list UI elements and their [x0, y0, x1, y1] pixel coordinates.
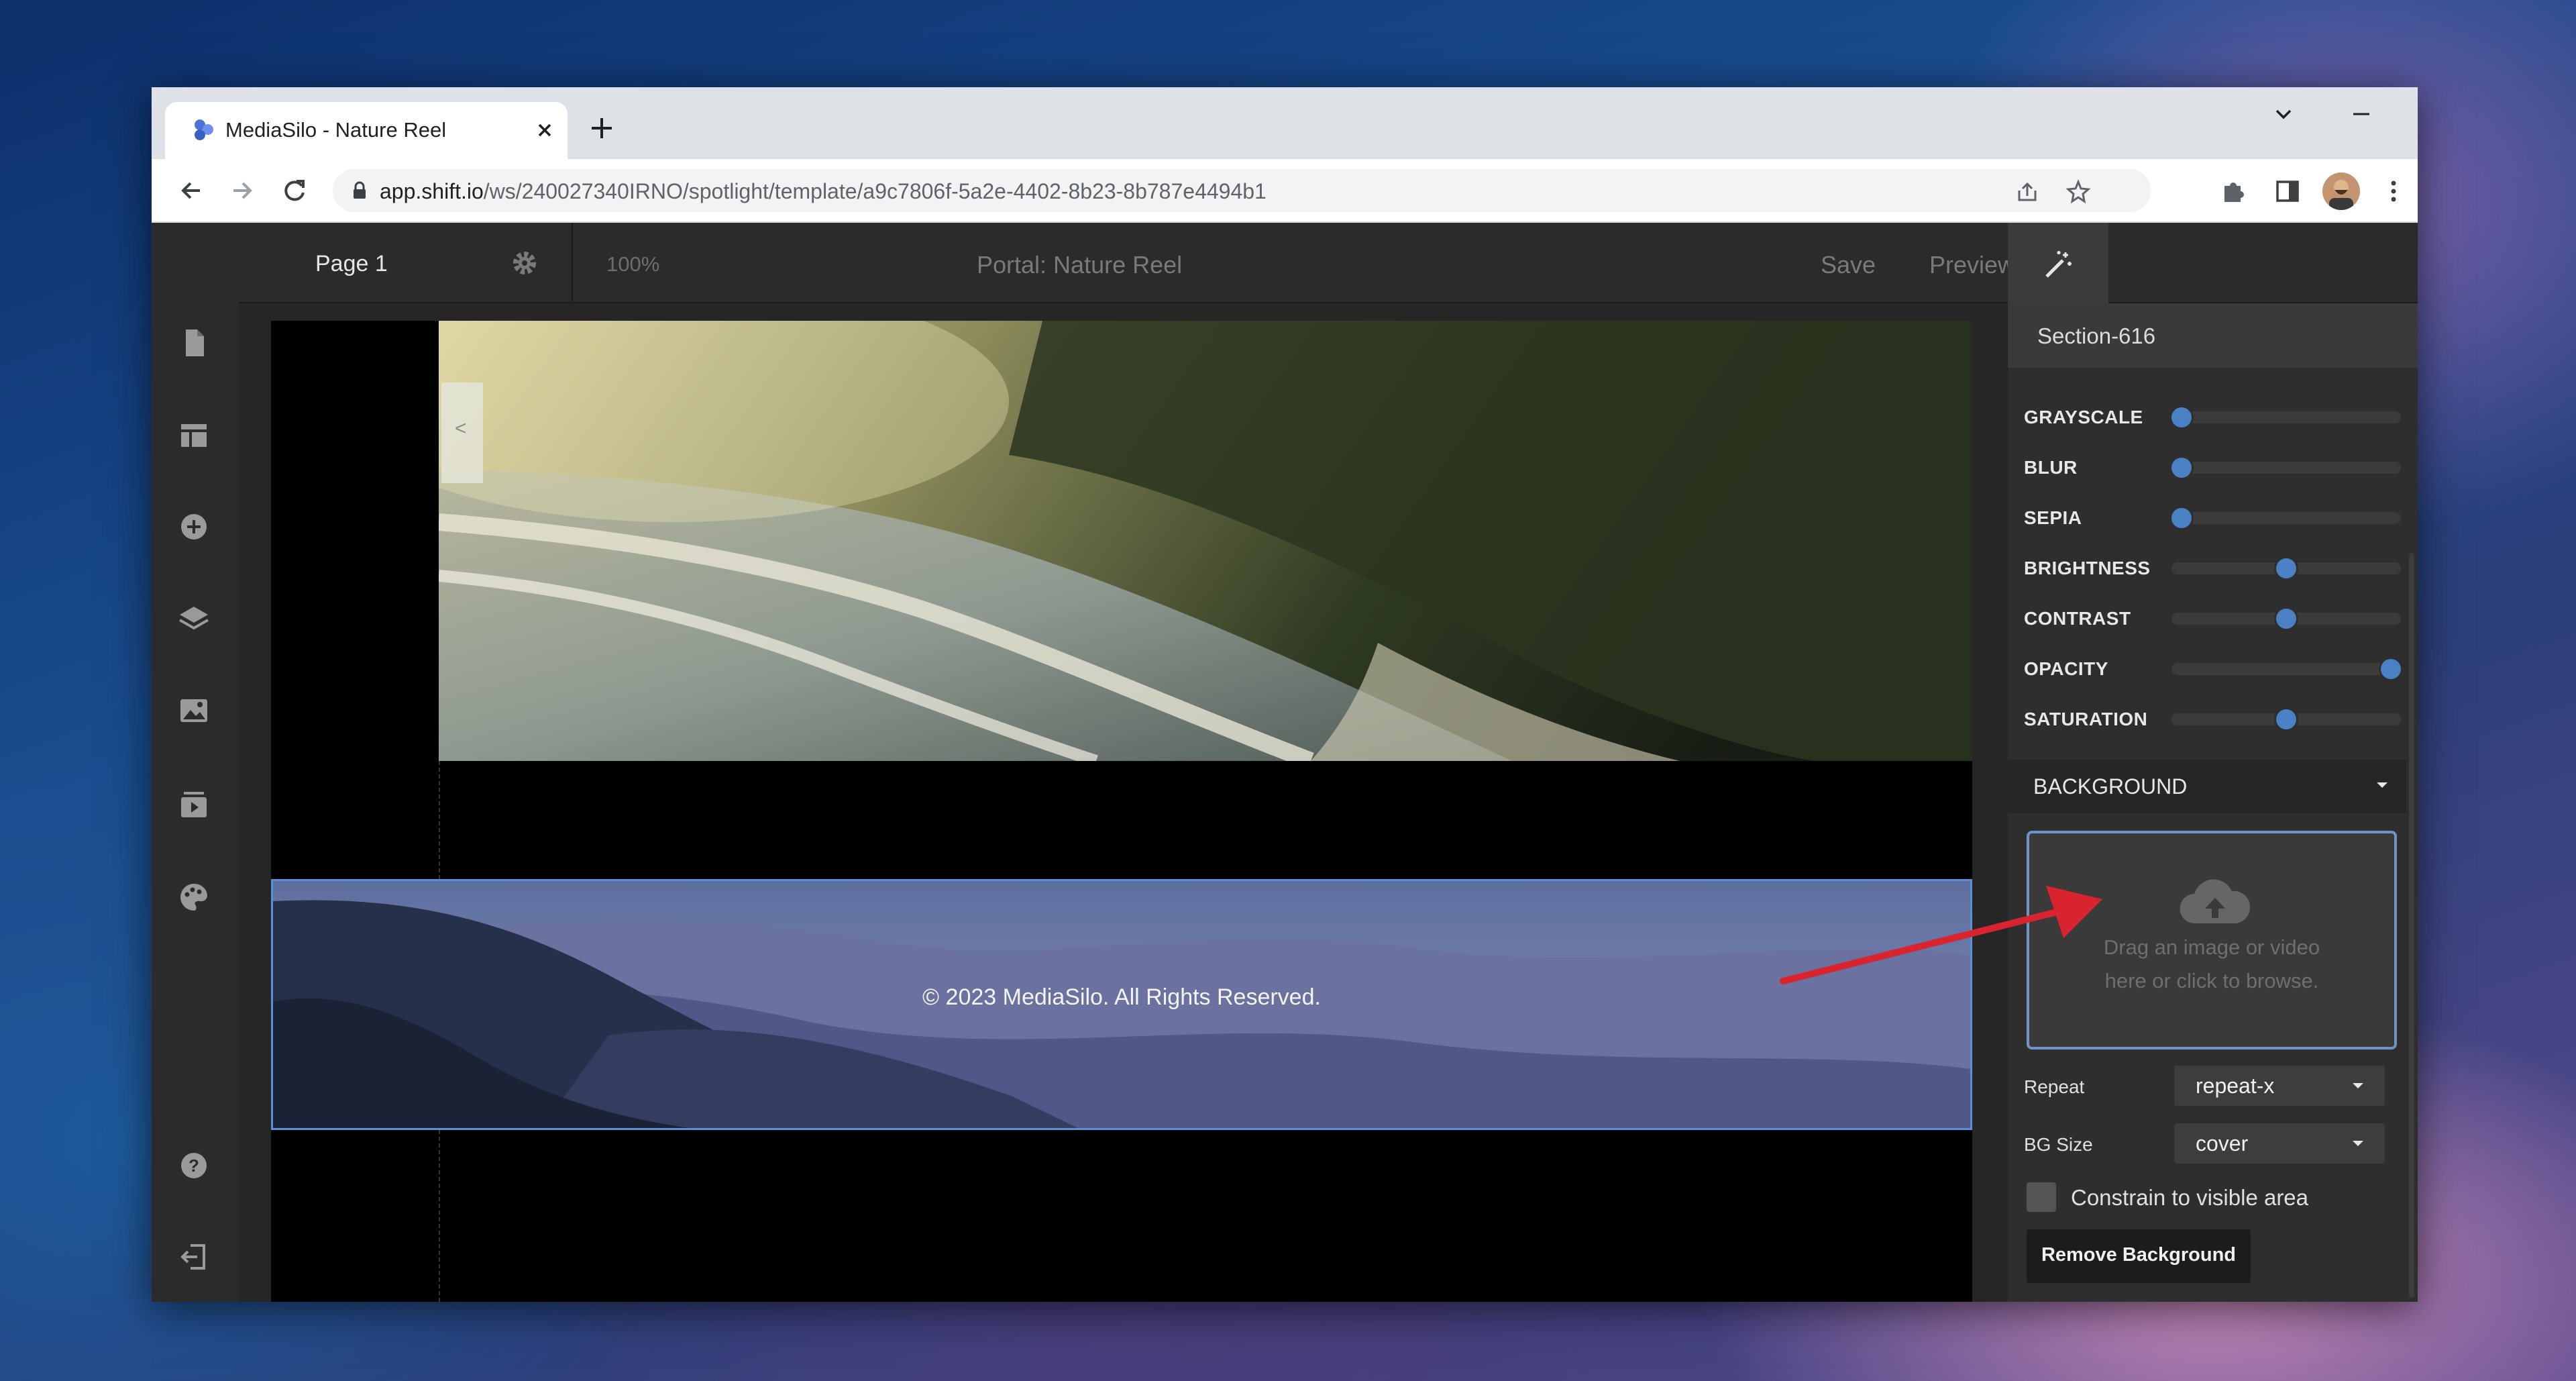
filter-row-sepia: SEPIA	[2008, 498, 2418, 538]
background-collapse-caret-icon	[2374, 780, 2390, 790]
remove-background-button[interactable]: Remove Background	[2027, 1229, 2251, 1283]
left-tool-rail: ?	[152, 223, 239, 1302]
browser-tab[interactable]: MediaSilo - Nature Reel	[165, 102, 568, 159]
tab-strip: MediaSilo - Nature Reel	[152, 87, 2418, 159]
bookmark-star-icon[interactable]	[2065, 178, 2092, 205]
filter-label: GRAYSCALE	[2024, 407, 2143, 427]
filter-label: CONTRAST	[2024, 608, 2131, 629]
filter-label: SEPIA	[2024, 507, 2082, 528]
magic-wand-icon	[2045, 251, 2072, 278]
topbar-divider	[572, 223, 573, 302]
close-tab-icon[interactable]	[533, 118, 557, 142]
reload-icon[interactable]	[279, 175, 310, 206]
collapse-handle[interactable]: <	[441, 382, 483, 483]
filter-slider-knob[interactable]	[2171, 407, 2192, 427]
save-button[interactable]: Save	[1821, 251, 1876, 279]
filter-label: OPACITY	[2024, 658, 2108, 679]
preview-button[interactable]: Preview	[1929, 251, 2015, 279]
filter-slider-knob[interactable]	[2276, 709, 2296, 729]
page-preview: < © 2023 MediaSilo. All Rights Reserved.	[271, 321, 1972, 1302]
selected-footer-section[interactable]: © 2023 MediaSilo. All Rights Reserved.	[271, 879, 1972, 1130]
repeat-dropdown-caret-icon	[2350, 1080, 2366, 1091]
filter-row-brightness: BRIGHTNESS	[2008, 548, 2418, 589]
page-settings-gear-icon[interactable]	[510, 248, 539, 278]
minimize-icon[interactable]	[2348, 101, 2375, 127]
filter-slider-track[interactable]	[2171, 462, 2401, 474]
add-icon[interactable]	[174, 507, 213, 546]
mediasilo-editor: ? Page 1 100% Portal: Nature Reel Save P…	[152, 223, 2418, 1302]
layout-icon[interactable]	[174, 416, 213, 455]
image-filters: GRAYSCALE BLUR SEPIA BRIGHTNESS CONTRAST OPAC…	[2008, 397, 2418, 760]
inspector-panel: Section-616 GRAYSCALE BLUR SEPIA BRIGHTNESS…	[2008, 223, 2418, 1302]
share-icon[interactable]	[2014, 178, 2041, 205]
bgsize-select[interactable]: cover	[2174, 1123, 2385, 1164]
media-icon[interactable]	[174, 785, 213, 824]
filter-label: BRIGHTNESS	[2024, 558, 2151, 578]
filter-slider-knob[interactable]	[2276, 609, 2296, 629]
filter-row-opacity: OPACITY	[2008, 649, 2418, 689]
page-label[interactable]: Page 1	[315, 251, 388, 277]
filter-label: SATURATION	[2024, 709, 2148, 729]
browser-menu-icon[interactable]	[2379, 176, 2408, 206]
cloud-upload-icon	[2178, 879, 2252, 926]
filter-row-grayscale: GRAYSCALE	[2008, 397, 2418, 438]
hero-coast-image[interactable]	[439, 321, 1972, 761]
browser-toolbar: app.shift.io/ws/240027340IRNO/spotlight/…	[152, 159, 2418, 223]
constrain-checkbox[interactable]	[2027, 1182, 2056, 1212]
extensions-puzzle-icon[interactable]	[2219, 176, 2249, 206]
repeat-select[interactable]: repeat-x	[2174, 1066, 2385, 1106]
tab-title: MediaSilo - Nature Reel	[225, 118, 447, 142]
lock-icon	[349, 180, 370, 201]
repeat-label: Repeat	[2024, 1076, 2085, 1097]
remove-background-label: Remove Background	[2041, 1244, 2237, 1266]
url-text: app.shift.io/ws/240027340IRNO/spotlight/…	[380, 179, 1267, 203]
bgsize-dropdown-caret-icon	[2350, 1138, 2366, 1149]
annotation-arrow	[1780, 886, 2102, 984]
address-bar[interactable]: app.shift.io/ws/240027340IRNO/spotlight/…	[333, 169, 2151, 212]
filter-slider-knob[interactable]	[2171, 508, 2192, 528]
inspector-tabs	[2008, 223, 2418, 305]
filter-slider-track[interactable]	[2171, 411, 2401, 423]
browser-window: MediaSilo - Nature Reel app.shift.io/ws/…	[152, 87, 2418, 1302]
filter-row-contrast: CONTRAST	[2008, 599, 2418, 639]
palette-icon[interactable]	[174, 878, 213, 917]
filter-label: BLUR	[2024, 457, 2078, 478]
filter-slider-knob[interactable]	[2171, 458, 2192, 478]
footer-copyright-text[interactable]: © 2023 MediaSilo. All Rights Reserved.	[273, 984, 1970, 1011]
side-panel-icon[interactable]	[2273, 176, 2302, 206]
repeat-value: repeat-x	[2196, 1074, 2275, 1098]
bgsize-value: cover	[2196, 1131, 2249, 1156]
mediasilo-favicon-icon	[192, 117, 217, 142]
filter-slider-knob[interactable]	[2381, 659, 2401, 679]
forward-icon[interactable]	[227, 175, 258, 206]
help-icon[interactable]: ?	[174, 1146, 213, 1185]
bgsize-label: BG Size	[2024, 1134, 2093, 1155]
magic-wand-tab[interactable]	[2008, 223, 2108, 305]
section-name: Section-616	[2037, 323, 2156, 348]
back-icon[interactable]	[176, 175, 207, 206]
filter-row-blur: BLUR	[2008, 448, 2418, 488]
layers-icon[interactable]	[174, 600, 213, 639]
editor-topbar: Page 1 100% Portal: Nature Reel Save Pre…	[239, 223, 2118, 303]
background-section-header[interactable]: BACKGROUND	[2008, 760, 2406, 813]
collapse-chevron-icon: <	[455, 417, 467, 440]
portal-title: Portal: Nature Reel	[977, 251, 1183, 278]
image-icon[interactable]	[174, 691, 213, 730]
exit-icon[interactable]	[174, 1237, 213, 1276]
filter-slider-track[interactable]	[2171, 512, 2401, 524]
filter-slider-knob[interactable]	[2276, 558, 2296, 578]
zoom-level[interactable]: 100%	[606, 252, 659, 276]
profile-avatar[interactable]	[2322, 172, 2360, 210]
new-tab-icon[interactable]	[588, 114, 616, 142]
filter-row-saturation: SATURATION	[2008, 699, 2418, 739]
design-canvas: < © 2023 MediaSilo. All Rights Reserved.	[239, 303, 2096, 1302]
svg-text:?: ?	[189, 1156, 199, 1176]
pages-icon[interactable]	[174, 323, 213, 362]
section-name-bar: Section-616	[2008, 303, 2418, 368]
tab-search-chevron-down-icon[interactable]	[2270, 101, 2297, 127]
filter-slider-track[interactable]	[2171, 663, 2401, 675]
background-header-label: BACKGROUND	[2033, 774, 2188, 799]
constrain-label: Constrain to visible area	[2071, 1185, 2309, 1210]
